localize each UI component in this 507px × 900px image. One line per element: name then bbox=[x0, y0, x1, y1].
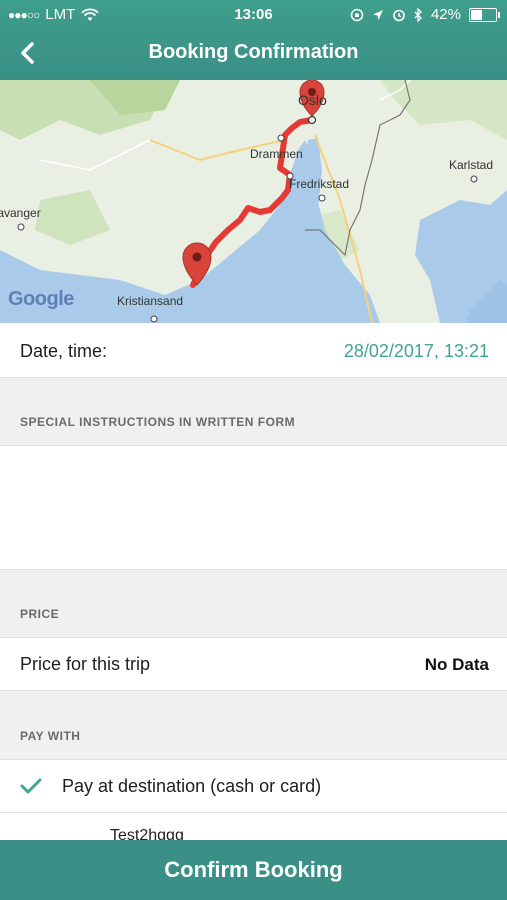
google-logo: Google bbox=[8, 288, 74, 310]
top-header: ●●●○○ LMT 13:06 42% Booking Confirmation bbox=[0, 0, 507, 80]
pay-option-label: Pay at destination (cash or card) bbox=[62, 776, 322, 796]
page-title: Booking Confirmation bbox=[148, 41, 359, 63]
map-label-drammen: Drammen bbox=[250, 147, 303, 161]
battery-icon bbox=[469, 7, 500, 22]
pay-option-row[interactable]: Pay at destination (cash or card) bbox=[0, 760, 507, 812]
status-bar: ●●●○○ LMT 13:06 42% bbox=[0, 0, 507, 28]
divider bbox=[0, 690, 507, 691]
route-map[interactable]: Oslo Drammen Fredrikstad Karlstad Stavan… bbox=[0, 80, 507, 323]
map-label-fredrikstad: Fredrikstad bbox=[289, 177, 350, 191]
date-time-value[interactable]: 28/02/2017, 13:21 bbox=[344, 341, 489, 362]
pay-with-heading: PAY WITH bbox=[20, 729, 81, 743]
price-value: No Data bbox=[424, 655, 489, 674]
orientation-lock-icon bbox=[350, 8, 364, 21]
map-label-stavanger: Stavanger bbox=[0, 206, 41, 220]
confirm-booking-button[interactable]: Confirm Booking bbox=[0, 840, 507, 900]
map-graphic bbox=[0, 80, 507, 323]
price-label: Price for this trip bbox=[20, 654, 151, 674]
divider bbox=[0, 569, 507, 570]
divider bbox=[0, 377, 507, 378]
checkmark-icon bbox=[20, 778, 42, 794]
map-label-karlstad: Karlstad bbox=[449, 158, 494, 172]
location-icon bbox=[372, 9, 383, 20]
price-heading: PRICE bbox=[20, 607, 60, 621]
special-instructions-textarea[interactable] bbox=[0, 446, 507, 569]
map-label-kristiansand: Kristiansand bbox=[117, 294, 184, 308]
date-time-label: Date, time: bbox=[20, 341, 108, 361]
alarm-icon bbox=[393, 9, 405, 21]
date-time-row: Date, time: 28/02/2017, 13:21 bbox=[0, 323, 507, 377]
map-label-oslo: Oslo bbox=[298, 92, 327, 108]
pay-option-row[interactable]: Test2hggg bbox=[0, 813, 507, 840]
special-instructions-heading: SPECIAL INSTRUCTIONS IN WRITTEN FORM bbox=[20, 415, 296, 429]
pay-option-label: Test2hggg bbox=[110, 827, 184, 840]
bluetooth-icon bbox=[414, 7, 422, 22]
battery-percent: 42% bbox=[430, 6, 461, 23]
price-row: Price for this trip No Data bbox=[0, 638, 507, 690]
